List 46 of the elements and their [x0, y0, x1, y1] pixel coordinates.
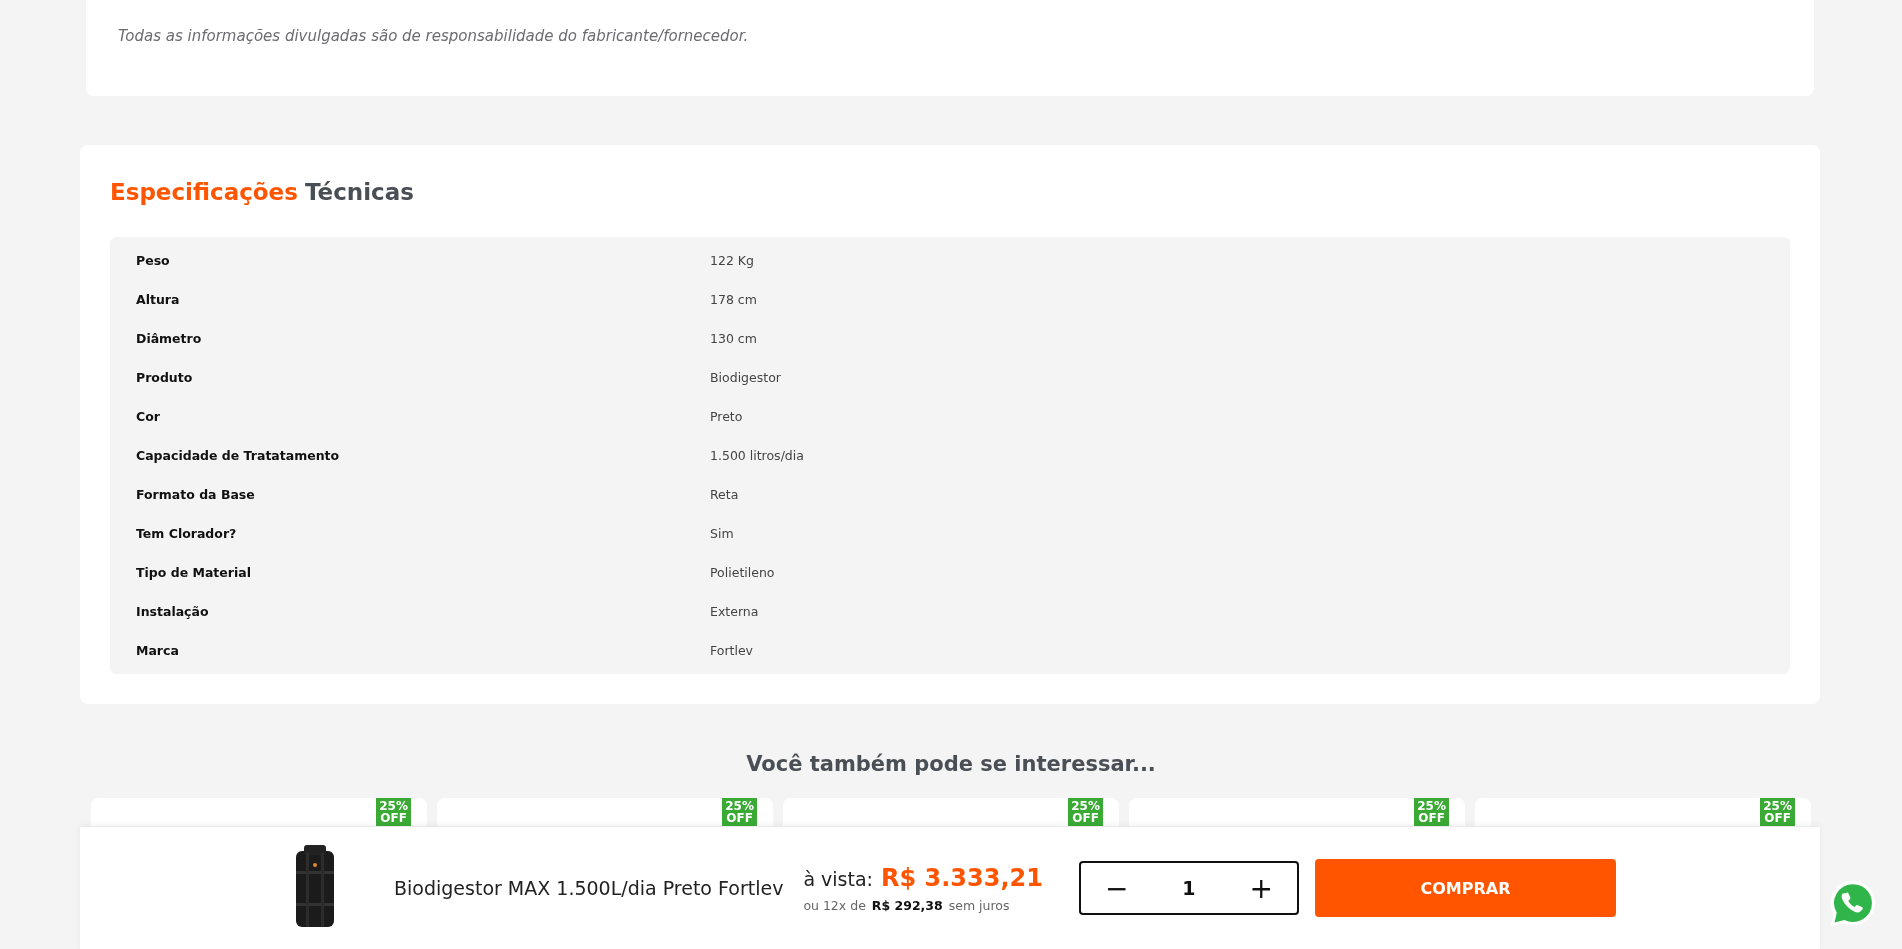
- product-card[interactable]: 25% OFF: [91, 798, 427, 826]
- increase-button[interactable]: +: [1241, 871, 1281, 905]
- spec-value: Biodigestor: [710, 370, 782, 385]
- section-title: Técnicas: [304, 179, 414, 205]
- section-title-accent: Especificações: [110, 179, 298, 205]
- spec-label: Formato da Base: [136, 487, 256, 502]
- discount-badge: 25% OFF: [1760, 798, 1795, 826]
- spec-label: Peso: [136, 253, 171, 268]
- quantity-value[interactable]: 1: [1182, 877, 1196, 899]
- spec-value: 130 cm: [710, 331, 758, 346]
- spec-value: Polietileno: [710, 565, 776, 580]
- spec-value: Externa: [710, 604, 760, 619]
- discount-badge: 25% OFF: [1068, 798, 1103, 826]
- cash-label: à vista:: [803, 867, 873, 890]
- product-card[interactable]: 25% OFF: [437, 798, 773, 826]
- spec-label: Tem Clorador?: [136, 526, 238, 541]
- product-card[interactable]: 25% OFF: [1475, 798, 1811, 826]
- spec-label: Marca: [136, 643, 180, 658]
- related-title: Você também pode se interessar...: [745, 752, 1157, 776]
- spec-label: Capacidade de Tratatamento: [136, 448, 341, 463]
- disclaimer-text: Todas as informações divulgadas são de responsabilidade do fabricante/fornecedor.: [118, 26, 750, 46]
- spec-value: Sim: [710, 526, 735, 541]
- installments-text: ou 12x de: [803, 897, 866, 913]
- spec-label: Tipo de Material: [136, 565, 252, 580]
- discount-badge: 25% OFF: [722, 798, 757, 826]
- spec-value: Fortlev: [710, 643, 754, 658]
- product-card[interactable]: 25% OFF: [1129, 798, 1465, 826]
- cash-price: R$ 3.333,21: [881, 863, 1043, 892]
- buy-button[interactable]: COMPRAR: [1314, 859, 1616, 917]
- discount-badge: 25% OFF: [376, 798, 411, 826]
- spec-value: 178 cm: [710, 292, 758, 307]
- spec-value: Preto: [710, 409, 744, 424]
- product-name: Biodigestor MAX 1.500L/dia Preto Fortlev: [394, 877, 784, 899]
- spec-value: Reta: [710, 487, 740, 502]
- spec-label: Instalação: [136, 604, 210, 619]
- spec-value: 122 Kg: [710, 253, 755, 268]
- spec-label: Produto: [136, 370, 194, 385]
- spec-value: 1.500 litros/dia: [710, 448, 805, 463]
- spec-label: Diâmetro: [136, 331, 203, 346]
- product-card[interactable]: 25% OFF: [783, 798, 1119, 826]
- spec-label: Cor: [136, 409, 161, 424]
- decrease-button[interactable]: −: [1096, 871, 1137, 905]
- discount-badge: 25% OFF: [1414, 798, 1449, 826]
- installments-text: sem juros: [948, 897, 1010, 913]
- spec-label: Altura: [136, 292, 181, 307]
- installment-price: R$ 292,38: [871, 897, 943, 913]
